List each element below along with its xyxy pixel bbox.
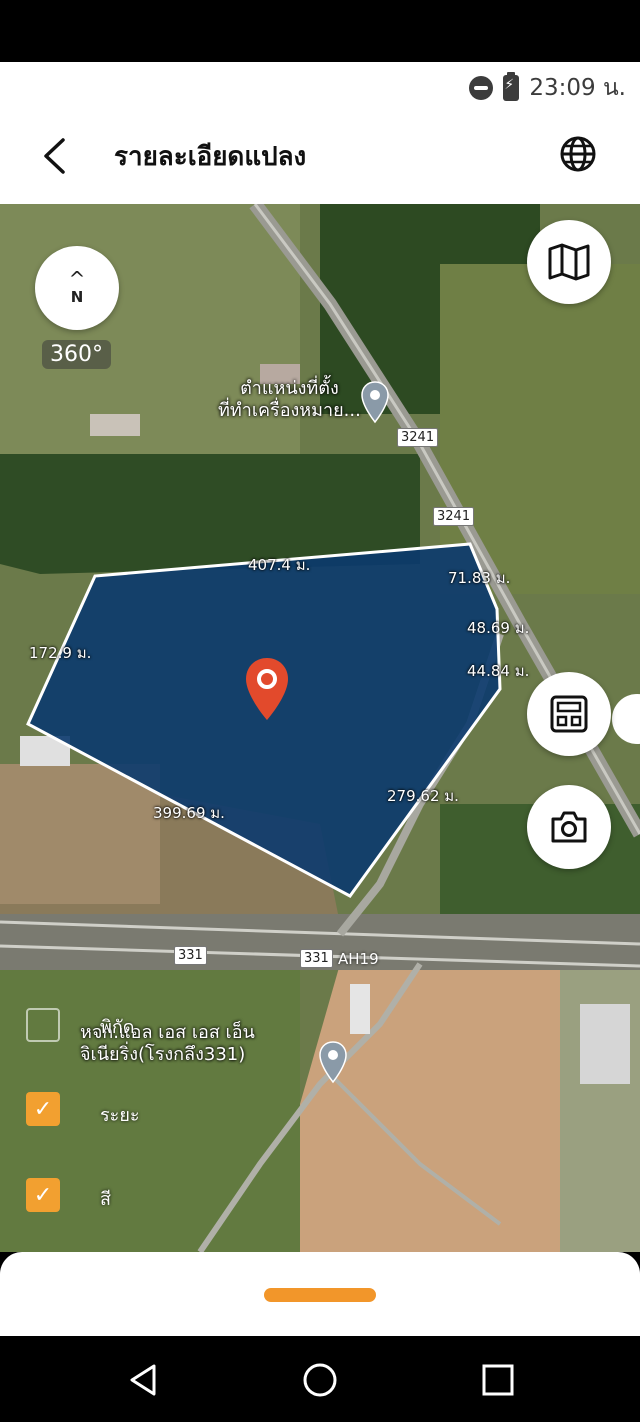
compass-button[interactable]: ^ N: [35, 246, 119, 330]
app-bar: รายละเอียดแปลง: [0, 108, 640, 204]
road-ah-label: AH19: [338, 950, 379, 968]
camera-notch-area: [0, 0, 640, 62]
battery-charging-icon: [503, 72, 520, 101]
plot-center-pin-icon[interactable]: [243, 656, 291, 726]
system-navigation-bar: [0, 1336, 640, 1422]
map-icon: [548, 243, 590, 281]
back-icon[interactable]: [34, 134, 74, 178]
bottom-sheet[interactable]: [0, 1252, 640, 1336]
dimension-label: 48.69 ม.: [467, 619, 530, 637]
road-shield: 3241: [397, 428, 439, 447]
dimension-label: 407.4 ม.: [248, 556, 311, 574]
layer-coordinate-label: พิกัด: [100, 1017, 135, 1038]
road-shield: 331: [300, 949, 333, 968]
layer-color-label: สี: [100, 1189, 111, 1210]
compass-icon: ^: [68, 267, 86, 291]
status-clock: 23:09 น.: [529, 75, 626, 101]
page-title: รายละเอียดแปลง: [114, 142, 307, 172]
status-icons: 23:09 น.: [469, 70, 626, 106]
nav-back-icon[interactable]: [124, 1360, 164, 1400]
compass-north-label: N: [70, 288, 84, 306]
layer-distance-label: ระยะ: [100, 1105, 140, 1126]
layer-coordinate-checkbox[interactable]: [26, 1008, 60, 1042]
location-pin-icon[interactable]: [318, 1040, 348, 1088]
dimension-label: 71.83 ม.: [448, 569, 511, 587]
nav-home-icon[interactable]: [300, 1360, 340, 1400]
road-shield: 331: [174, 946, 207, 965]
map-type-button[interactable]: [527, 220, 611, 304]
camera-button[interactable]: [527, 785, 611, 869]
camera-icon: [551, 811, 587, 843]
sheet-drag-handle[interactable]: [264, 1288, 376, 1302]
dimension-label: 279.62 ม.: [387, 787, 459, 805]
calculator-button[interactable]: [527, 672, 611, 756]
calculator-icon: [550, 695, 588, 733]
dimension-label: 172.9 ม.: [29, 644, 92, 662]
rotation-label: 360°: [42, 340, 111, 369]
status-bar: 23:09 น.: [0, 62, 640, 108]
road-shield: 3241: [433, 507, 475, 526]
dimension-label: 44.84 ม.: [467, 662, 530, 680]
place-label-marked-location: ตำแหน่งที่ตั้ง ที่ทำเครื่องหมาย...: [218, 378, 361, 421]
layer-color-checkbox[interactable]: ✓: [26, 1178, 60, 1212]
do-not-disturb-icon: [469, 76, 494, 100]
location-pin-icon[interactable]: [360, 380, 390, 428]
satellite-map[interactable]: ^ N 360° ตำแหน่งที่ตั้ง ที่ทำเครื่องหมาย…: [0, 204, 640, 1252]
nav-recents-icon[interactable]: [478, 1360, 518, 1400]
layer-distance-checkbox[interactable]: ✓: [26, 1092, 60, 1126]
dimension-label: 399.69 ม.: [153, 804, 225, 822]
globe-icon[interactable]: [558, 134, 598, 174]
